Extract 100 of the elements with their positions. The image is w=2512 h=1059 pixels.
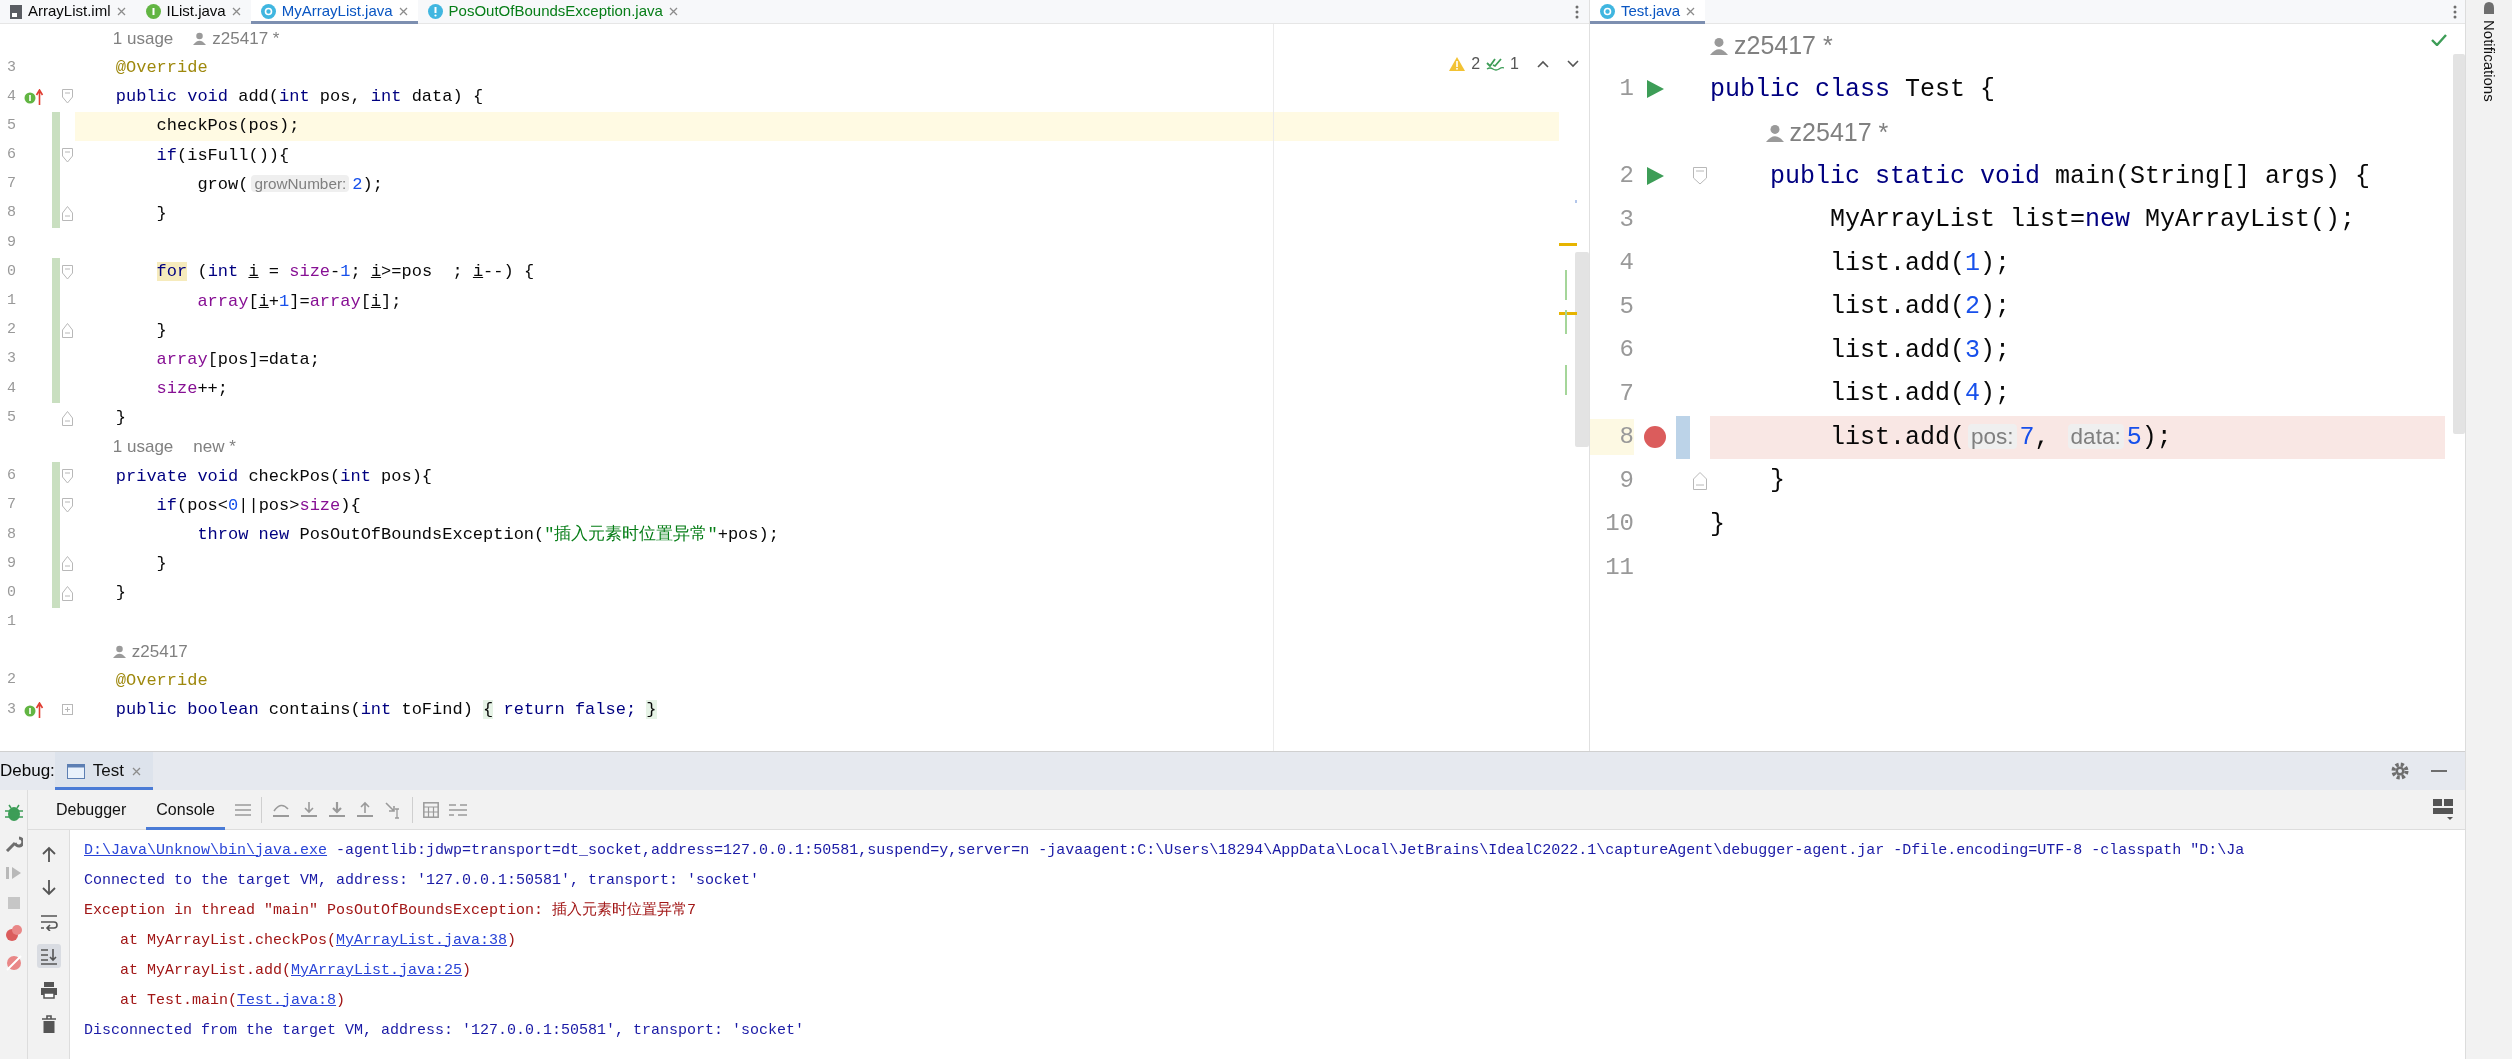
editor-tab[interactable]: ArrayList.iml xyxy=(0,0,136,24)
author-hint[interactable]: z25417 * xyxy=(1734,27,1833,65)
fold-icon[interactable] xyxy=(62,498,73,514)
step-out-icon[interactable] xyxy=(356,800,374,819)
up-arrow-icon[interactable] xyxy=(24,701,44,718)
settings-icon[interactable] xyxy=(2391,762,2409,780)
close-icon[interactable] xyxy=(668,7,678,16)
view-tab[interactable]: Debugger xyxy=(46,789,137,830)
close-icon[interactable] xyxy=(231,7,241,16)
double-check-icon[interactable] xyxy=(1486,57,1505,71)
console-text: at MyArrayList.checkPos( xyxy=(120,930,337,951)
mute-breakpoints-icon[interactable] xyxy=(4,954,23,972)
line-number: 3 xyxy=(7,700,16,718)
warning-count[interactable]: 2 xyxy=(1471,52,1481,76)
scroll-to-end-icon[interactable] xyxy=(39,947,58,965)
fold-icon[interactable] xyxy=(62,147,73,163)
run-icon[interactable] xyxy=(1646,167,1664,186)
warning-icon[interactable] xyxy=(1449,57,1466,71)
console-link[interactable]: Test.java:8 xyxy=(237,989,337,1013)
console-text: ) xyxy=(507,930,517,951)
view-tab[interactable]: Console xyxy=(146,789,225,830)
print-icon[interactable] xyxy=(39,981,58,999)
fold-icon[interactable] xyxy=(62,89,73,105)
run-to-cursor-icon[interactable] xyxy=(384,800,402,819)
file-icon xyxy=(10,4,22,19)
code-line: size++; xyxy=(156,378,229,401)
breakpoint-icon[interactable] xyxy=(1644,426,1666,449)
expand-icon[interactable] xyxy=(62,704,73,716)
weak-warning-count[interactable]: 1 xyxy=(1510,52,1519,76)
usage-hint[interactable]: 1 usage xyxy=(112,434,174,460)
fold-icon[interactable] xyxy=(62,556,73,572)
fold-icon[interactable] xyxy=(1693,167,1707,186)
wrench-icon[interactable] xyxy=(4,834,23,852)
fold-icon[interactable] xyxy=(62,206,73,222)
code-line: } xyxy=(115,407,126,430)
up-arrow-icon[interactable] xyxy=(24,88,44,105)
code-line: } xyxy=(156,202,167,225)
up-chevron-icon[interactable] xyxy=(1537,60,1549,68)
line-number: 7 xyxy=(1619,379,1634,407)
line-number: 8 xyxy=(7,525,16,543)
editor-tab[interactable]: MyArrayList.java xyxy=(250,0,418,24)
author-hint[interactable]: z25417 * xyxy=(212,25,280,52)
down-chevron-icon[interactable] xyxy=(1567,60,1579,68)
fold-icon[interactable] xyxy=(1693,471,1707,490)
more-icon[interactable] xyxy=(1575,4,1579,19)
fold-icon[interactable] xyxy=(62,322,73,338)
author-hint[interactable]: z25417 * xyxy=(1789,114,1889,152)
code-line: public void add(int pos, int data) { xyxy=(115,86,484,109)
line-number: 2 xyxy=(7,321,16,339)
close-icon[interactable] xyxy=(1686,7,1696,16)
debug-tab[interactable]: Test xyxy=(54,752,153,790)
force-step-into-icon[interactable] xyxy=(328,800,346,819)
notifications-tab[interactable]: Notifications xyxy=(2477,20,2501,102)
trace-icon[interactable] xyxy=(449,802,467,817)
line-number: 3 xyxy=(7,58,16,76)
code-line: list.add(1); xyxy=(1830,247,2011,280)
step-into-icon[interactable] xyxy=(300,800,318,819)
layout-icon[interactable] xyxy=(2433,798,2453,821)
down-arrow-icon[interactable] xyxy=(39,879,58,897)
execution-marker xyxy=(1676,415,1690,459)
calculator-icon[interactable] xyxy=(423,801,439,818)
line-number: 9 xyxy=(7,554,16,572)
author-hint[interactable]: z25417 xyxy=(131,638,188,665)
code-line: throw new PosOutOfBoundsException("插入元素时位置异常"+pos); xyxy=(197,524,779,547)
run-icon[interactable] xyxy=(1646,80,1664,99)
code-line: private void checkPos(int pos){ xyxy=(115,465,433,488)
console-link[interactable]: MyArrayList.java:38 xyxy=(336,929,508,953)
close-icon[interactable] xyxy=(398,7,408,16)
fold-icon[interactable] xyxy=(62,410,73,426)
console-link[interactable]: MyArrayList.java:25 xyxy=(291,959,463,983)
line-number: 10 xyxy=(1605,510,1634,538)
menu-icon[interactable] xyxy=(235,803,251,816)
line-number: 3 xyxy=(1619,205,1634,233)
bug-icon[interactable] xyxy=(4,804,23,822)
line-number: 6 xyxy=(7,467,16,485)
close-icon[interactable] xyxy=(116,7,126,16)
line-number: 0 xyxy=(7,262,16,280)
console-text: -agentlib:jdwp=transport=dt_socket,address=127.0.0.1:50581,suspend=y,server=n -javaagent:C:\Users\18294\AppData\Local\JetBrains\IdealC2022.1\captureAgent\debugger-agent.jar -Dfile.encoding=UTF-8 -classpath "D:\Ja xyxy=(335,840,2245,861)
fold-icon[interactable] xyxy=(62,468,73,484)
editor-tab[interactable]: Test.java xyxy=(1590,0,1706,24)
code-line: @Override xyxy=(115,669,208,692)
fold-icon[interactable] xyxy=(62,585,73,601)
file-type-icon xyxy=(260,4,276,19)
usage-hint[interactable]: new * xyxy=(193,434,236,460)
line-number: 9 xyxy=(7,233,16,251)
soft-wrap-icon[interactable] xyxy=(39,913,58,931)
more-icon[interactable] xyxy=(2453,4,2457,19)
person-icon xyxy=(112,645,126,659)
console-text: at MyArrayList.add( xyxy=(120,960,292,981)
editor-tab[interactable]: PosOutOfBoundsException.java xyxy=(417,0,688,24)
trash-icon[interactable] xyxy=(39,1015,58,1033)
close-icon[interactable] xyxy=(132,766,141,776)
breakpoints-icon[interactable] xyxy=(4,924,23,942)
editor-tab[interactable]: IList.java xyxy=(135,0,251,24)
resume-icon[interactable] xyxy=(4,864,23,882)
console-text: Exception in thread "main" PosOutOfBoundsException: 插入元素时位置异常7 xyxy=(84,900,697,921)
usage-hint[interactable]: 1 usage xyxy=(112,25,174,52)
fold-icon[interactable] xyxy=(62,264,73,280)
line-number: 3 xyxy=(7,350,16,368)
console-link[interactable]: D:\Java\Unknow\bin\java.exe xyxy=(84,839,328,863)
